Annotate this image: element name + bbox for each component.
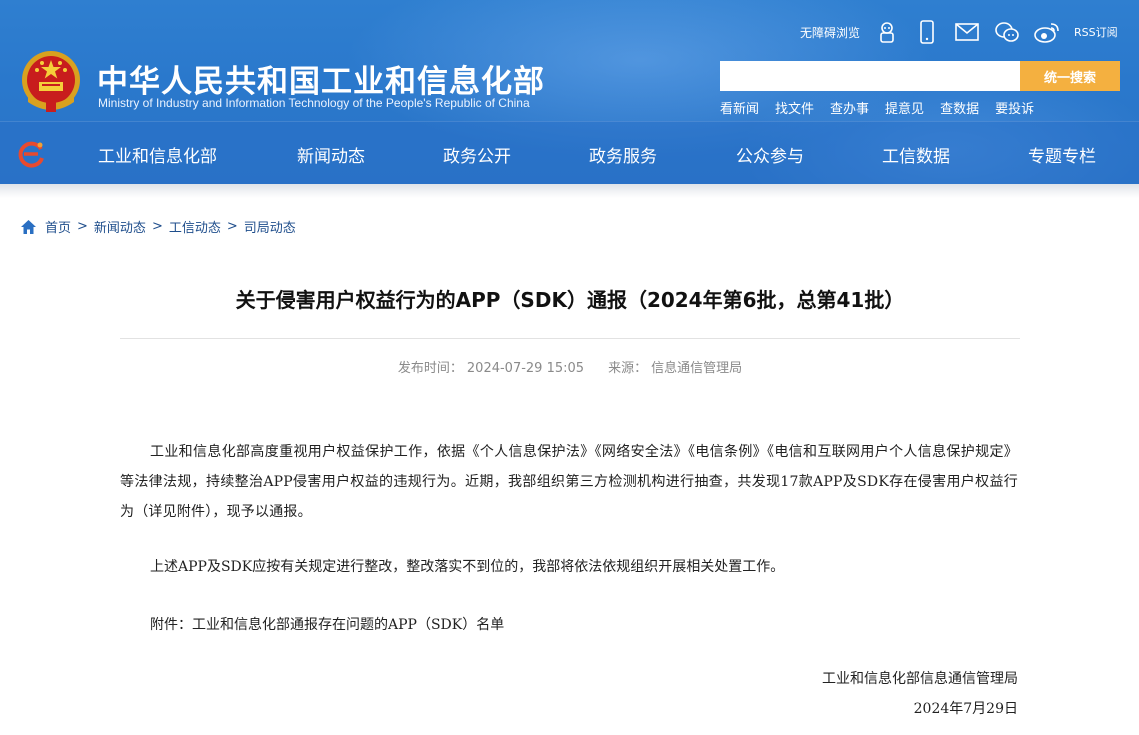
signature-date: 2024年7月29日 xyxy=(913,701,1018,717)
article-title: 关于侵害用户权益行为的APP（SDK）通报（2024年第6批，总第41批） xyxy=(235,288,905,312)
article-paragraph: 工业和信息化部高度重视用户权益保护工作，依据《个人信息保护法》《网络安全法》《电… xyxy=(120,444,1018,520)
search-button[interactable]: 统一搜索 xyxy=(1020,61,1120,91)
quick-link-services[interactable]: 查办事 xyxy=(830,98,869,117)
breadcrumb-industry-news[interactable]: 工信动态 xyxy=(169,217,221,236)
mobile-icon[interactable] xyxy=(914,19,940,45)
breadcrumb-home[interactable]: 首页 xyxy=(45,217,71,236)
source-label: 来源： xyxy=(608,361,648,376)
quick-link-feedback[interactable]: 提意见 xyxy=(885,98,924,117)
quick-link-data[interactable]: 查数据 xyxy=(940,98,979,117)
article-meta: 发布时间： 2024-07-29 15:05 来源： 信息通信管理局 xyxy=(120,357,1020,376)
quick-links: 看新闻 找文件 查办事 提意见 查数据 要投诉 xyxy=(720,98,1050,117)
breadcrumb: 首页 > 新闻动态 > 工信动态 > 司局动态 xyxy=(20,217,296,236)
nav-item-government-affairs[interactable]: 政务公开 xyxy=(443,142,511,167)
nav-item-public-participation[interactable]: 公众参与 xyxy=(736,142,804,167)
nav-item-government-services[interactable]: 政务服务 xyxy=(589,142,657,167)
header-shadow xyxy=(0,184,1139,198)
breadcrumb-separator: > xyxy=(77,219,88,234)
breadcrumb-separator: > xyxy=(151,219,163,234)
emblem-icon[interactable] xyxy=(20,50,82,114)
site-header: 中华人民共和国工业和信息化部 Ministry of Industry and … xyxy=(0,0,1139,184)
search-input[interactable] xyxy=(720,61,1020,91)
quick-link-news[interactable]: 看新闻 xyxy=(720,98,759,117)
nav-item-topics[interactable]: 专题专栏 xyxy=(1028,142,1096,167)
quick-link-complaint[interactable]: 要投诉 xyxy=(995,98,1034,117)
wechat-icon[interactable] xyxy=(994,19,1020,45)
breadcrumb-department-news[interactable]: 司局动态 xyxy=(244,217,296,236)
robot-icon[interactable] xyxy=(874,19,900,45)
site-title: 中华人民共和国工业和信息化部 xyxy=(97,64,545,100)
nav-item-news[interactable]: 新闻动态 xyxy=(297,142,365,167)
home-icon xyxy=(21,219,36,234)
signature-organization: 工业和信息化部信息通信管理局 xyxy=(822,671,1018,687)
mail-icon[interactable] xyxy=(954,19,980,45)
nav-logo-icon[interactable] xyxy=(16,139,46,169)
site-subtitle: Ministry of Industry and Information Tec… xyxy=(98,96,530,110)
article-attachment[interactable]: 附件：工业和信息化部通报存在问题的APP（SDK）名单 xyxy=(120,610,1018,640)
rss-link[interactable]: RSS订阅 xyxy=(1074,24,1118,40)
top-utility-bar: 无障碍浏览 RSS订阅 xyxy=(800,18,1118,46)
publish-time-label: 发布时间： xyxy=(397,361,463,376)
nav-item-data[interactable]: 工信数据 xyxy=(882,142,950,167)
main-nav: 工业和信息化部 新闻动态 政务公开 政务服务 公众参与 工信数据 专题专栏 xyxy=(0,121,1139,184)
quick-link-files[interactable]: 找文件 xyxy=(775,98,814,117)
source: 信息通信管理局 xyxy=(651,361,743,376)
accessible-browse-link[interactable]: 无障碍浏览 xyxy=(800,24,860,41)
breadcrumb-news[interactable]: 新闻动态 xyxy=(94,217,146,236)
weibo-icon[interactable] xyxy=(1034,19,1060,45)
publish-time: 2024-07-29 15:05 xyxy=(466,361,585,376)
title-divider xyxy=(120,338,1020,339)
article-paragraph: 上述APP及SDK应按有关规定进行整改，整改落实不到位的，我部将依法依规组织开展… xyxy=(150,559,785,575)
breadcrumb-separator: > xyxy=(226,219,238,234)
nav-item-ministry[interactable]: 工业和信息化部 xyxy=(98,142,217,167)
